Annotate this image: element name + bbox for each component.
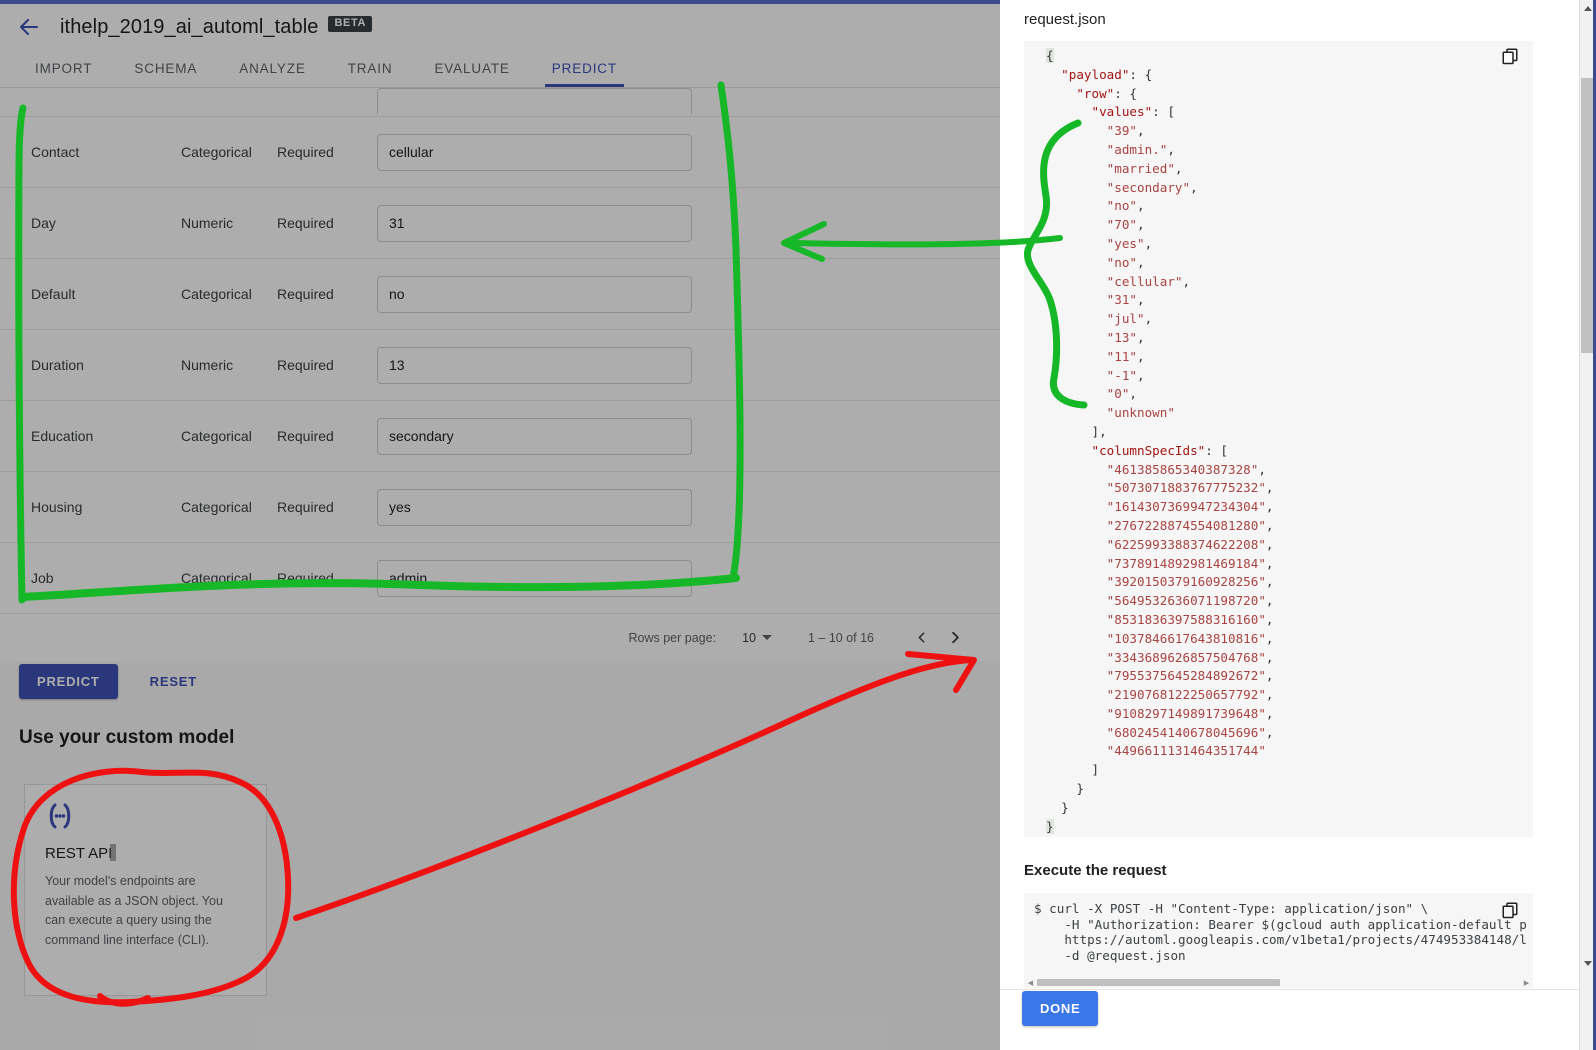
- table-row-partial: [0, 88, 1000, 116]
- row-name: Day: [31, 215, 56, 231]
- row-input-cell: [377, 88, 1000, 114]
- row-type: Categorical: [181, 570, 252, 586]
- row-required: Required: [277, 215, 334, 231]
- rest-api-card[interactable]: REST API Your model's endpoints are avai…: [24, 784, 267, 996]
- row-required: Required: [277, 286, 334, 302]
- automl-predict-page: ithelp_2019_ai_automl_table BETA IMPORT …: [0, 0, 1000, 1050]
- request-json-panel: { "payload": { "row": { "values": [ "39"…: [1024, 41, 1533, 837]
- table-row: Day Numeric Required 31: [0, 187, 1000, 258]
- beta-badge: BETA: [328, 16, 372, 32]
- tab-train[interactable]: TRAIN: [327, 50, 414, 87]
- feature-value-input[interactable]: yes: [377, 488, 692, 526]
- row-type: Categorical: [181, 286, 252, 302]
- predict-button[interactable]: PREDICT: [19, 664, 118, 699]
- top-accent-bar: [0, 0, 1000, 4]
- back-arrow-icon[interactable]: [12, 10, 46, 44]
- feature-value-input[interactable]: 31: [377, 204, 692, 242]
- row-input-cell: admin.: [377, 559, 1000, 597]
- execute-request-title: Execute the request: [1024, 862, 1167, 879]
- scroll-left-icon[interactable]: ◀: [1024, 979, 1037, 987]
- request-json-scroll[interactable]: { "payload": { "row": { "values": [ "39"…: [1024, 41, 1533, 837]
- row-input-cell: secondary: [377, 417, 1000, 455]
- table-row: Contact Categorical Required cellular: [0, 116, 1000, 187]
- tab-predict[interactable]: PREDICT: [531, 50, 638, 87]
- scroll-right-icon[interactable]: ▶: [1520, 979, 1533, 987]
- row-input-cell: 13: [377, 346, 1000, 384]
- row-required: Required: [277, 428, 334, 444]
- feature-value-input[interactable]: no: [377, 275, 692, 313]
- curl-horizontal-scrollbar[interactable]: ◀ ▶: [1024, 977, 1533, 988]
- copy-icon[interactable]: [1501, 901, 1519, 919]
- tab-bar: IMPORT SCHEMA ANALYZE TRAIN EVALUATE PRE…: [0, 50, 1000, 88]
- feature-value-input[interactable]: 13: [377, 346, 692, 384]
- row-type: Categorical: [181, 428, 252, 444]
- app-header: ithelp_2019_ai_automl_table BETA: [0, 4, 1000, 50]
- rest-api-card-description: Your model's endpoints are available as …: [45, 874, 223, 947]
- request-json-title: request.json: [1024, 11, 1106, 28]
- tab-analyze[interactable]: ANALYZE: [218, 50, 326, 87]
- row-input-cell: no: [377, 275, 1000, 313]
- feature-value-input[interactable]: [377, 88, 692, 114]
- row-type: Numeric: [181, 357, 234, 373]
- done-button[interactable]: DONE: [1022, 991, 1099, 1026]
- custom-model-section-title: Use your custom model: [19, 727, 235, 748]
- dialog-divider: [1000, 989, 1596, 990]
- table-row: Education Categorical Required secondary: [0, 400, 1000, 471]
- row-type: Categorical: [181, 499, 252, 515]
- row-name: Default: [31, 286, 76, 302]
- table-row: Housing Categorical Required yes: [0, 471, 1000, 542]
- scrollbar-thumb[interactable]: [1037, 979, 1280, 986]
- rows-per-page-select[interactable]: 10: [742, 631, 772, 645]
- tab-import[interactable]: IMPORT: [14, 50, 113, 87]
- row-name: Contact: [31, 144, 80, 160]
- copy-icon[interactable]: [1501, 47, 1519, 65]
- next-page-button[interactable]: [938, 621, 972, 655]
- rows-per-page-value: 10: [742, 630, 756, 645]
- feature-value-input[interactable]: cellular: [377, 133, 692, 171]
- tab-evaluate[interactable]: EVALUATE: [413, 50, 530, 87]
- curl-command-panel: $ curl -X POST -H "Content-Type: applica…: [1024, 893, 1533, 985]
- row-type: Numeric: [181, 215, 234, 231]
- page-title: ithelp_2019_ai_automl_table: [60, 15, 319, 38]
- row-required: Required: [277, 357, 334, 373]
- table-row: Duration Numeric Required 13: [0, 329, 1000, 400]
- tab-schema[interactable]: SCHEMA: [113, 50, 218, 87]
- rest-api-dialog: request.json { "payload": { "row": { "va…: [1000, 0, 1596, 1050]
- row-name: Job: [31, 570, 54, 586]
- feature-input-table: Contact Categorical Required cellular Da…: [0, 88, 1000, 661]
- code-braces-icon: [45, 803, 246, 831]
- table-paginator: Rows per page: 10 1 – 10 of 16: [0, 613, 1000, 661]
- row-name: Housing: [31, 499, 83, 515]
- row-input-cell: 31: [377, 204, 1000, 242]
- request-json-code: { "payload": { "row": { "values": [ "39"…: [1046, 48, 1274, 834]
- row-input-cell: yes: [377, 488, 1000, 526]
- row-name: Duration: [31, 357, 84, 373]
- screen-root: ithelp_2019_ai_automl_table BETA IMPORT …: [0, 0, 1596, 1050]
- feature-value-input[interactable]: secondary: [377, 417, 692, 455]
- table-row: Default Categorical Required no: [0, 258, 1000, 329]
- rows-per-page-label: Rows per page:: [628, 630, 717, 645]
- row-required: Required: [277, 144, 334, 160]
- row-required: Required: [277, 499, 334, 515]
- row-type: Categorical: [181, 144, 252, 160]
- reset-button[interactable]: RESET: [136, 664, 211, 699]
- action-bar: PREDICT RESET: [19, 664, 211, 699]
- row-input-cell: cellular: [377, 133, 1000, 171]
- curl-command-code: $ curl -X POST -H "Content-Type: applica…: [1034, 901, 1527, 963]
- row-required: Required: [277, 570, 334, 586]
- table-row: Job Categorical Required admin.: [0, 542, 1000, 613]
- row-name: Education: [31, 428, 94, 444]
- page-range-label: 1 – 10 of 16: [807, 630, 874, 645]
- feature-value-input[interactable]: admin.: [377, 559, 692, 597]
- rest-api-card-title: REST API: [45, 844, 117, 862]
- previous-page-button[interactable]: [904, 621, 938, 655]
- chevron-down-icon: [761, 635, 772, 640]
